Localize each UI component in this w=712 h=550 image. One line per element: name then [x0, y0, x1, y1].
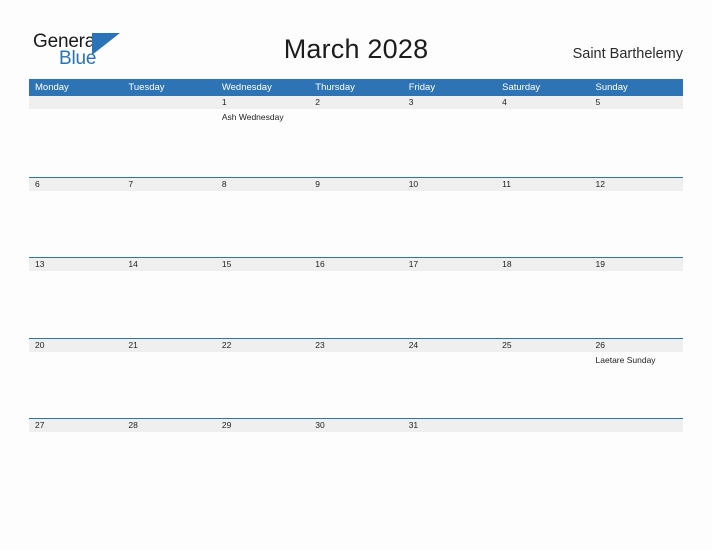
calendar-location: Saint Barthelemy [572, 46, 683, 62]
day-cell[interactable] [496, 271, 589, 337]
day-number[interactable]: 14 [122, 258, 215, 271]
day-number[interactable]: 4 [496, 96, 589, 109]
day-number[interactable] [29, 96, 122, 109]
day-event-label: Ash Wednesday [221, 112, 284, 122]
day-cell[interactable] [309, 271, 402, 337]
day-event-label: Laetare Sunday [595, 354, 656, 365]
day-number[interactable]: 11 [496, 178, 589, 191]
weekday-header-monday: Monday [35, 82, 69, 93]
weekday-header-tuesday: Tuesday [128, 82, 165, 93]
weekday-header-friday: Friday [408, 82, 436, 93]
day-number[interactable]: 17 [403, 258, 496, 271]
day-number[interactable]: 12 [590, 178, 683, 191]
day-cell[interactable] [122, 271, 215, 337]
day-number[interactable]: 7 [122, 178, 215, 191]
day-cell[interactable] [122, 432, 215, 498]
day-number[interactable]: 10 [403, 178, 496, 191]
calendar-page: General Blue March 2028 Saint Barthelemy… [0, 0, 712, 550]
calendar-week-row: 1 2 3 4 5 Ash Wednesday [29, 96, 683, 177]
day-cell[interactable] [29, 432, 122, 498]
weekday-header-wednesday: Wednesday [221, 82, 272, 93]
calendar-week-row: 13 14 15 16 17 18 19 [29, 257, 683, 338]
day-cell[interactable] [216, 432, 309, 498]
calendar-grid: Monday Tuesday Wednesday Thursday Friday… [29, 79, 683, 499]
day-number[interactable]: 16 [309, 258, 402, 271]
day-number[interactable]: 8 [216, 178, 309, 191]
day-cell[interactable] [403, 432, 496, 498]
day-cell[interactable] [309, 109, 402, 175]
calendar-week-row: 27 28 29 30 31 [29, 418, 683, 499]
day-cell[interactable] [29, 271, 122, 337]
day-cell[interactable] [29, 191, 122, 257]
day-number[interactable]: 26 [590, 339, 683, 352]
day-cell[interactable] [590, 432, 683, 498]
week-event-band [29, 191, 683, 257]
day-cell[interactable] [496, 109, 589, 175]
day-cell[interactable] [122, 109, 215, 175]
day-number[interactable] [122, 96, 215, 109]
calendar-week-row: 6 7 8 9 10 11 12 [29, 176, 683, 258]
day-cell[interactable] [590, 109, 683, 175]
calendar-week-row: 20 21 22 23 24 25 26 Laetare Sunday [29, 337, 683, 419]
day-cell[interactable] [403, 352, 496, 418]
day-number[interactable]: 25 [496, 339, 589, 352]
day-number[interactable]: 21 [122, 339, 215, 352]
week-event-band [29, 432, 683, 498]
day-cell[interactable] [122, 352, 215, 418]
week-event-band: Laetare Sunday [29, 352, 683, 418]
day-cell[interactable] [309, 432, 402, 498]
day-number[interactable]: 20 [29, 339, 122, 352]
day-cell[interactable] [29, 109, 122, 175]
day-number[interactable]: 3 [403, 96, 496, 109]
day-number[interactable]: 5 [590, 96, 683, 109]
day-number[interactable]: 15 [216, 258, 309, 271]
day-number[interactable]: 1 [216, 96, 309, 109]
day-cell[interactable] [122, 191, 215, 257]
day-cell[interactable] [403, 109, 496, 175]
day-cell[interactable] [403, 271, 496, 337]
day-cell[interactable]: Ash Wednesday [216, 109, 309, 175]
day-cell[interactable] [403, 191, 496, 257]
week-date-band: 1 2 3 4 5 [29, 96, 683, 109]
week-date-band: 13 14 15 16 17 18 19 [29, 258, 683, 272]
day-number[interactable]: 28 [122, 419, 215, 432]
day-number[interactable]: 19 [590, 258, 683, 271]
day-number[interactable]: 27 [29, 419, 122, 432]
day-cell[interactable] [496, 191, 589, 257]
day-cell[interactable] [216, 191, 309, 257]
week-event-band: Ash Wednesday [29, 109, 683, 175]
week-event-band [29, 271, 683, 337]
day-cell[interactable] [29, 352, 122, 418]
weekday-header-row: Monday Tuesday Wednesday Thursday Friday… [29, 79, 683, 96]
weekday-header-sunday: Sunday [595, 82, 628, 93]
day-number[interactable]: 30 [309, 419, 402, 432]
day-number[interactable] [590, 419, 683, 432]
day-cell[interactable] [590, 271, 683, 337]
weekday-header-thursday: Thursday [315, 82, 355, 93]
day-cell[interactable] [496, 352, 589, 418]
day-number[interactable]: 13 [29, 258, 122, 271]
page-header: General Blue March 2028 Saint Barthelemy [0, 0, 712, 78]
day-number[interactable]: 24 [403, 339, 496, 352]
week-date-band: 6 7 8 9 10 11 12 [29, 177, 683, 191]
day-cell[interactable] [216, 352, 309, 418]
day-number[interactable]: 18 [496, 258, 589, 271]
day-number[interactable]: 2 [309, 96, 402, 109]
day-cell[interactable] [216, 271, 309, 337]
day-cell[interactable] [590, 191, 683, 257]
week-date-band: 27 28 29 30 31 [29, 419, 683, 433]
day-cell[interactable] [496, 432, 589, 498]
day-number[interactable]: 22 [216, 339, 309, 352]
week-date-band: 20 21 22 23 24 25 26 [29, 338, 683, 352]
day-number[interactable]: 23 [309, 339, 402, 352]
day-cell[interactable] [309, 191, 402, 257]
weekday-header-saturday: Saturday [502, 82, 541, 93]
day-cell[interactable] [309, 352, 402, 418]
day-number[interactable]: 9 [309, 178, 402, 191]
day-number[interactable]: 6 [29, 178, 122, 191]
day-cell[interactable]: Laetare Sunday [590, 352, 683, 418]
day-number[interactable]: 29 [216, 419, 309, 432]
day-number[interactable] [496, 419, 589, 432]
day-number[interactable]: 31 [403, 419, 496, 432]
